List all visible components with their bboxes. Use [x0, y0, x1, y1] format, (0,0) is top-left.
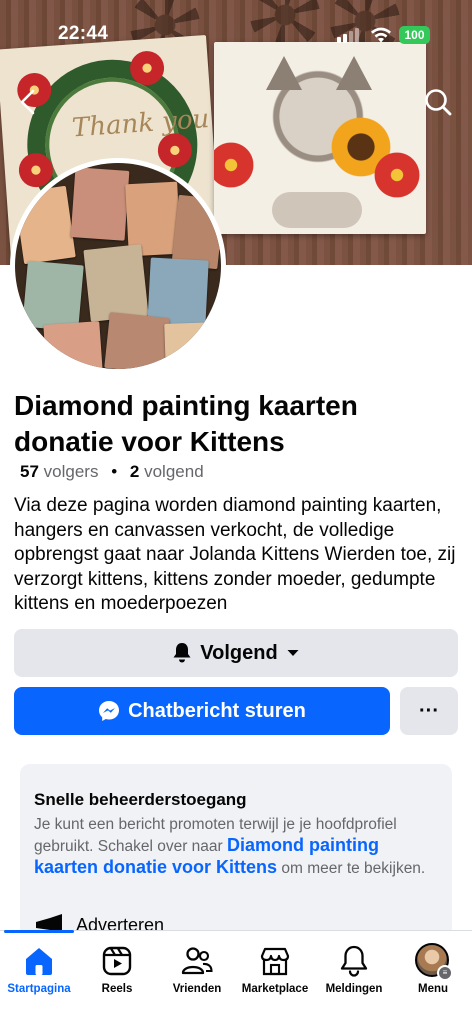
tab-friends[interactable]: Vrienden [160, 931, 234, 1001]
menu-lines-icon: ≡ [437, 965, 453, 981]
clock: 22:44 [58, 23, 109, 44]
tab-label: Reels [101, 983, 133, 995]
signal-icon [337, 27, 359, 43]
caret-down-icon [287, 650, 299, 656]
bottom-tab-bar: Startpagina Reels Vrienden Marketplace M… [0, 930, 472, 1024]
more-icon: ··· [419, 699, 439, 722]
tab-label: Marketplace [241, 983, 309, 995]
admin-quick-access-card: Snelle beheerderstoegang Je kunt een ber… [20, 764, 452, 944]
page-description: Via deze pagina worden diamond painting … [14, 495, 456, 614]
tab-label: Menu [417, 983, 449, 995]
tab-menu[interactable]: ≡ Menu [398, 931, 468, 1001]
page-title: Diamond painting kaarten donatie voor Ki… [14, 390, 358, 457]
search-icon [425, 89, 452, 116]
send-message-label: Chatbericht sturen [128, 699, 306, 722]
search-button[interactable] [420, 84, 456, 120]
admin-card-title: Snelle beheerderstoegang [34, 790, 247, 809]
tab-home[interactable]: Startpagina [4, 931, 74, 1001]
bell-icon [173, 643, 191, 663]
chevron-left-icon [20, 89, 35, 115]
admin-card-text: Je kunt een bericht promoten terwijl je … [34, 814, 434, 879]
page-stats: 57 volgers • 2 volgend [20, 462, 204, 482]
wifi-icon [371, 27, 391, 43]
home-icon [26, 948, 52, 975]
kitten-card [214, 42, 426, 234]
followers-label: volgers [43, 462, 99, 481]
reels-icon [102, 946, 132, 976]
status-bar: 22:44 100 [0, 0, 472, 62]
friends-icon [181, 947, 213, 975]
red-flower-graphic [374, 152, 420, 198]
back-button[interactable] [10, 84, 46, 120]
profile-photo [15, 163, 221, 369]
marketplace-icon [260, 947, 290, 976]
bell-icon [340, 945, 368, 977]
followers-link[interactable]: 57 volgers [20, 462, 98, 481]
following-link[interactable]: 2 volgend [130, 462, 204, 481]
following-count: 2 [129, 462, 140, 481]
messenger-icon [99, 701, 120, 721]
following-button[interactable]: Volgend [14, 629, 458, 677]
tab-notifications[interactable]: Meldingen [318, 931, 390, 1001]
profile-avatar: ≡ [415, 943, 453, 981]
separator: • [111, 462, 118, 481]
following-label: volgend [144, 462, 204, 481]
send-message-button[interactable]: Chatbericht sturen [14, 687, 390, 735]
followers-count: 57 [20, 462, 39, 481]
profile-picture[interactable] [10, 158, 226, 374]
following-button-label: Volgend [200, 641, 278, 664]
kitten-paws [272, 192, 362, 228]
tab-label: Startpagina [7, 983, 71, 995]
more-options-button[interactable]: ··· [400, 687, 458, 735]
red-flower-graphic [214, 142, 254, 188]
tab-marketplace[interactable]: Marketplace [238, 931, 312, 1001]
tab-label: Vrienden [172, 983, 222, 995]
battery-indicator: 100 [399, 26, 430, 44]
tab-reels[interactable]: Reels [82, 931, 152, 1001]
admin-text-after: om meer te bekijken. [277, 860, 426, 877]
tab-label: Meldingen [325, 983, 383, 995]
